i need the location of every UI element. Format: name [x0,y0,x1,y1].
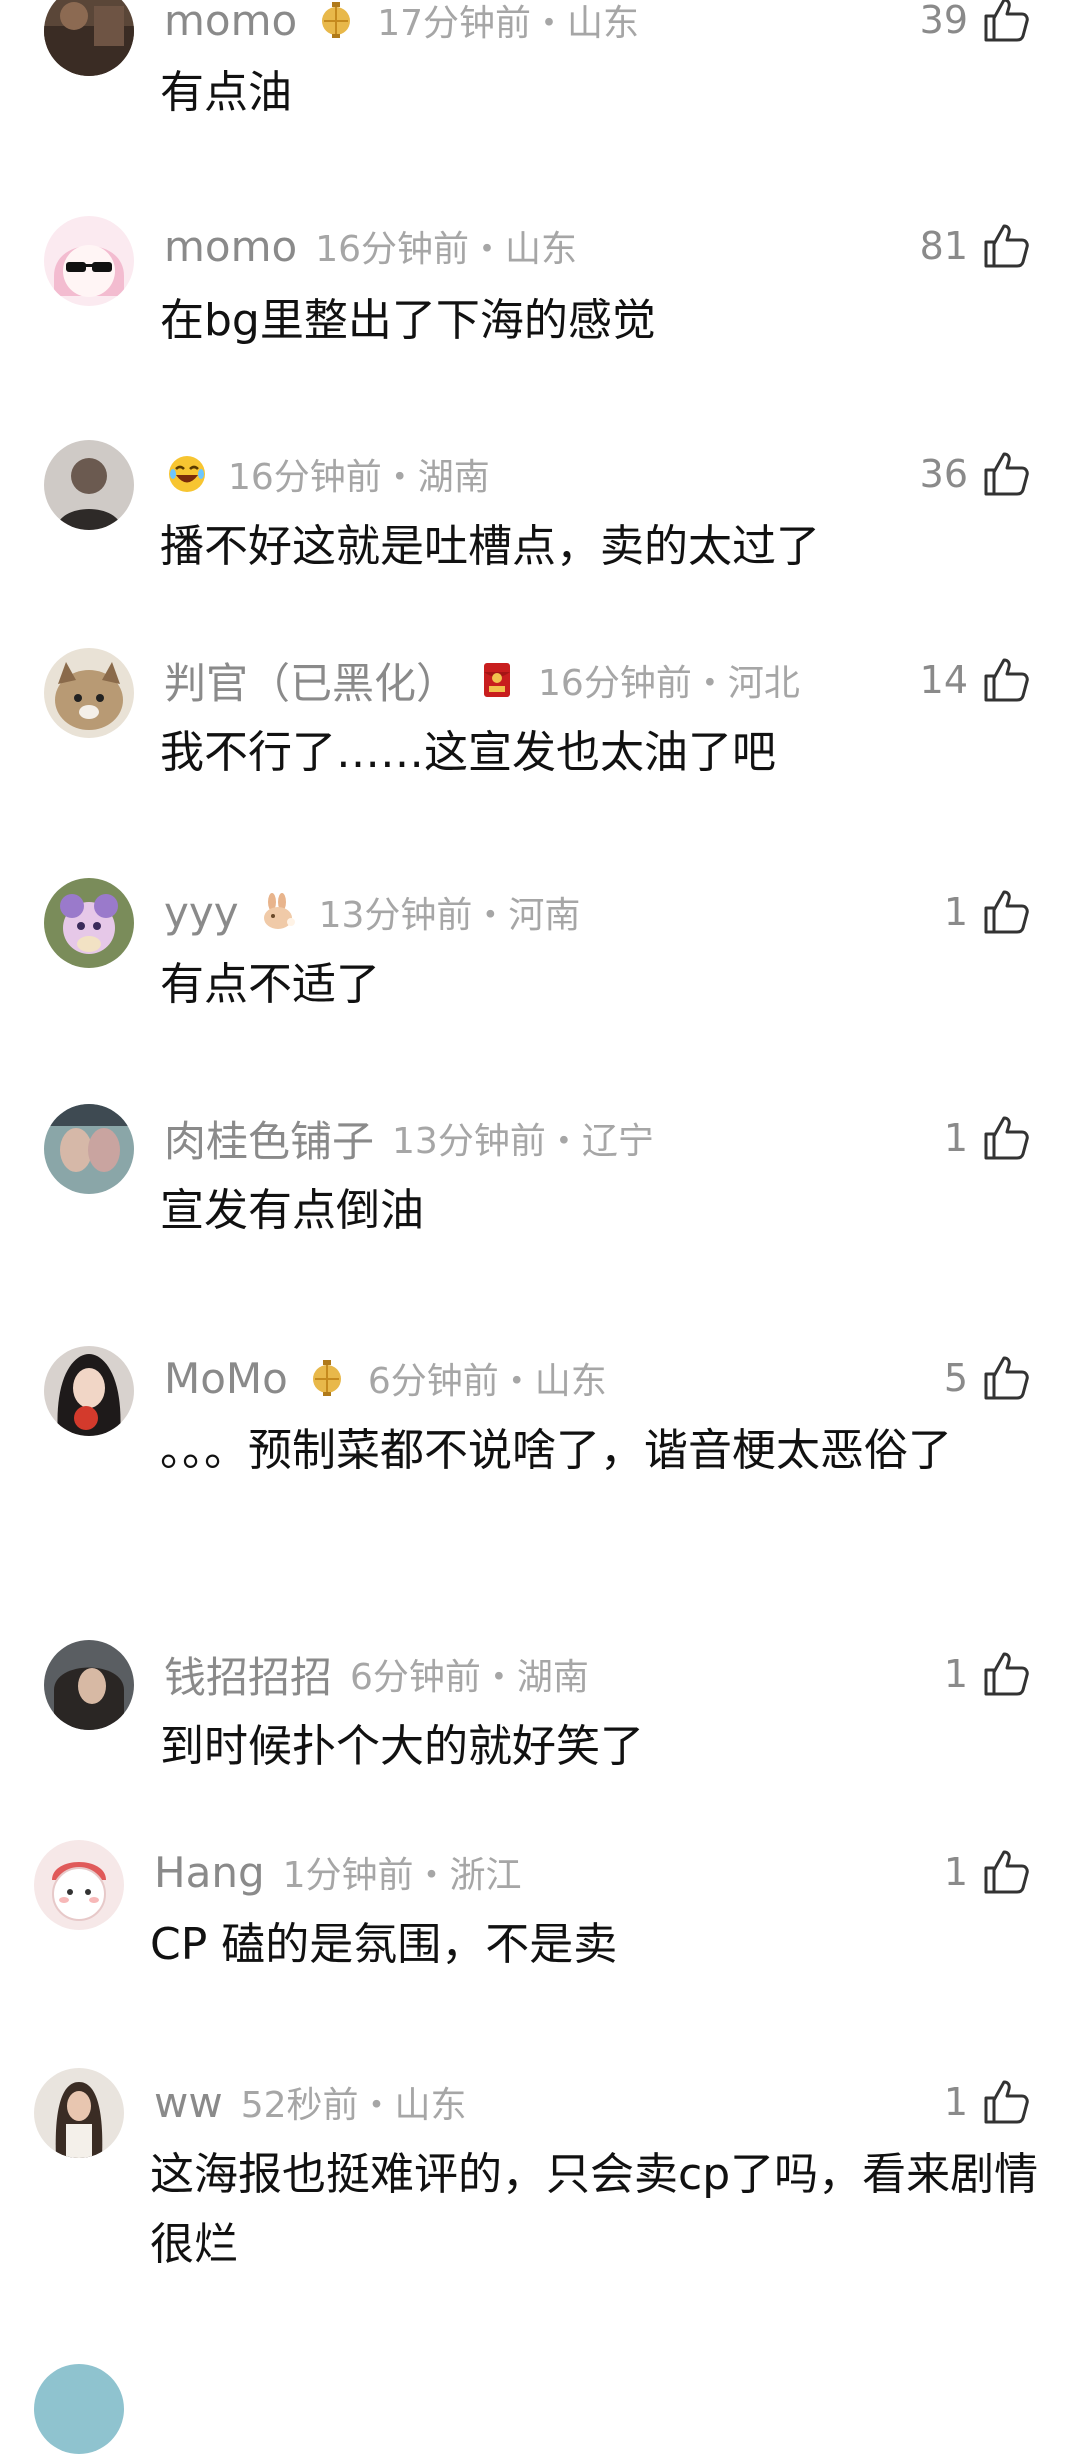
comment-text: CP 磕的是氛围，不是卖 [150,1919,618,1970]
thumbs-up-icon[interactable] [980,2076,1032,2128]
like-count: 5 [943,1356,968,1400]
username[interactable]: 判官（已黑化） [164,650,458,711]
comment-time-location: 13分钟前・辽宁 [392,1121,654,1162]
comment-time-location: 6分钟前・山东 [367,1361,607,1402]
laughing-emoji-icon [164,451,210,497]
like-button[interactable]: 1 [944,1842,1032,1902]
comment-text: 宣发有点倒油 [160,1185,424,1236]
thumbs-up-icon[interactable] [980,220,1032,272]
thumbs-up-icon[interactable] [980,1846,1032,1898]
comment-text: 到时候扑个大的就好笑了 [160,1721,644,1772]
avatar[interactable] [44,440,134,530]
comment-meta: 肉桂色铺子 13分钟前・辽宁 [164,1108,654,1168]
comment-meta: yyy 13分钟前・河南 [164,882,580,942]
username[interactable]: 肉桂色铺子 [164,1108,374,1169]
like-count: 36 [919,452,968,496]
comment-meta: 判官（已黑化） 16分钟前・河北 [164,650,800,710]
avatar[interactable] [34,1840,124,1930]
thumbs-up-icon[interactable] [980,1112,1032,1164]
comment-time-location: 16分钟前・河北 [538,663,800,704]
like-button[interactable]: 14 [920,650,1032,710]
username[interactable]: 钱招招招 [164,1644,332,1705]
like-button[interactable]: 1 [944,882,1032,942]
like-button[interactable]: 1 [944,1108,1032,1168]
lantern-badge-icon [313,0,359,43]
comment-time-location: 6分钟前・湖南 [350,1657,589,1698]
like-count: 1 [943,1116,968,1160]
like-count: 1 [943,1850,968,1894]
like-button[interactable]: 5 [944,1348,1032,1408]
comment-text: 在bg里整出了下海的感觉 [160,295,656,346]
comment-text: 有点不适了 [160,959,380,1010]
comment-meta: 钱招招招 6分钟前・湖南 [164,1644,589,1704]
username[interactable]: MoMo [164,1354,288,1403]
like-count: 1 [943,2080,968,2124]
thumbs-up-icon[interactable] [980,654,1032,706]
like-button[interactable]: 81 [920,216,1032,276]
comment-meta: Hang 1分钟前・浙江 [154,1842,522,1902]
like-button[interactable]: 1 [944,1644,1032,1704]
comment-time-location: 1分钟前・浙江 [282,1855,522,1896]
like-button[interactable]: 39 [920,0,1032,50]
avatar[interactable] [44,0,134,76]
comment-time-location: 16分钟前・湖南 [228,457,490,498]
comment-text: 我不行了……这宣发也太油了吧 [160,727,776,778]
comment-meta: ww 52秒前・山东 [154,2072,467,2132]
username[interactable]: momo [164,222,297,271]
thumbs-up-icon[interactable] [980,1352,1032,1404]
avatar[interactable] [44,1346,134,1436]
comment-time-location: 16分钟前・山东 [315,229,578,270]
comment-meta: momo 16分钟前・山东 [164,216,577,276]
avatar[interactable] [44,878,134,968]
comment-meta: momo 17分钟前・山东 [164,0,639,50]
username[interactable]: momo [164,0,297,45]
like-count: 1 [943,890,968,934]
red-envelope-badge-icon [474,657,520,703]
like-button[interactable]: 1 [944,2072,1032,2132]
comment-text: 有点油 [160,67,292,118]
comment-meta: 16分钟前・湖南 [164,444,490,504]
avatar[interactable] [44,216,134,306]
comment-text: 。。。预制菜都不说啥了，谐音梗太恶俗了 [160,1425,952,1476]
comment-text: 播不好这就是吐槽点，卖的太过了 [160,521,820,572]
thumbs-up-icon[interactable] [980,1648,1032,1700]
comment-text: 这海报也挺难评的，只会卖cp了吗，看来剧情很烂 [150,2149,1039,2270]
avatar[interactable] [44,648,134,738]
comment-time-location: 17分钟前・山东 [377,3,640,44]
avatar[interactable] [34,2364,124,2454]
like-button[interactable]: 36 [920,444,1032,504]
like-count: 1 [943,1652,968,1696]
like-count: 39 [919,0,968,42]
comment-time-location: 52秒前・山东 [240,2085,467,2126]
thumbs-up-icon[interactable] [980,0,1032,46]
username[interactable]: yyy [164,888,239,937]
like-count: 14 [919,658,968,702]
like-count: 81 [919,224,968,268]
avatar[interactable] [44,1104,134,1194]
comment-meta: MoMo 6分钟前・山东 [164,1348,607,1408]
username[interactable]: Hang [154,1848,265,1897]
rabbit-badge-icon [255,889,301,935]
thumbs-up-icon[interactable] [980,886,1032,938]
avatar[interactable] [34,2068,124,2158]
thumbs-up-icon[interactable] [980,448,1032,500]
avatar[interactable] [44,1640,134,1730]
username[interactable]: ww [154,2078,223,2127]
comment-time-location: 13分钟前・河南 [318,895,581,936]
lantern-badge-icon [304,1355,350,1401]
